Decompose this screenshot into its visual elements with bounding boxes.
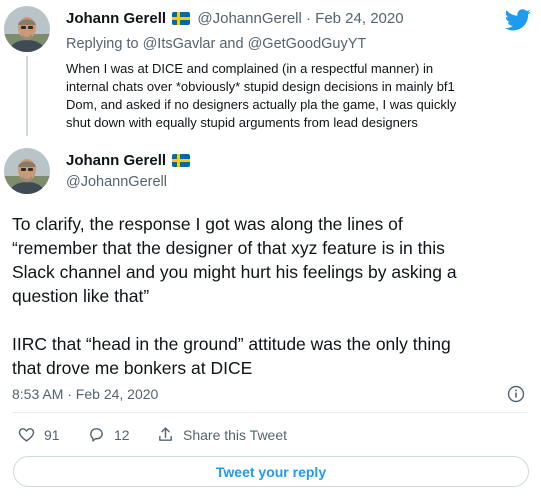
like-button[interactable]: 91	[18, 426, 60, 443]
text-line: To clarify, the response I got was along…	[12, 214, 403, 234]
main-handle[interactable]: @JohannGerell	[66, 174, 167, 190]
parent-tweet-text: When I was at DICE and complained (in a …	[66, 60, 506, 132]
avatar[interactable]	[4, 6, 50, 52]
replying-and: and	[219, 36, 244, 52]
likes-count: 91	[44, 426, 60, 443]
text-line: “remember that the designer of that xyz …	[12, 238, 445, 258]
mention-link[interactable]: @GetGoodGuyYT	[248, 36, 367, 52]
mention-link[interactable]: @ItsGavlar	[143, 36, 216, 52]
heart-icon	[18, 428, 35, 442]
replying-to: Replying to @ItsGavlar and @GetGoodGuyYT	[66, 36, 366, 52]
divider	[12, 412, 528, 413]
tweet-paragraph: IIRC that “head in the ground” attitude …	[12, 332, 532, 380]
text-line: When I was at DICE and complained (in a …	[66, 61, 434, 76]
tweet-paragraph: To clarify, the response I got was along…	[12, 212, 532, 308]
twitter-bird-icon	[505, 9, 531, 31]
reply-button[interactable]: 12	[88, 426, 130, 443]
parent-date[interactable]: Feb 24, 2020	[315, 10, 403, 27]
thread-connector	[26, 56, 28, 136]
share-icon	[159, 427, 172, 441]
text-line: IIRC that “head in the ground” attitude …	[12, 334, 451, 354]
parent-author-name[interactable]: Johann Gerell	[66, 10, 166, 27]
tweet-timestamp[interactable]: 8:53 AM · Feb 24, 2020	[12, 386, 158, 402]
text-line: that drove me bonkers at DICE	[12, 358, 253, 378]
main-author: Johann Gerell	[66, 152, 193, 169]
replying-prefix: Replying to	[66, 36, 139, 52]
sweden-flag-icon	[172, 12, 191, 25]
separator-dot: ·	[306, 10, 311, 27]
parent-handle[interactable]: @JohannGerell	[197, 10, 301, 27]
text-line: Dom, and asked if no designers actually …	[66, 97, 457, 112]
replies-count: 12	[114, 426, 130, 443]
info-icon[interactable]	[507, 385, 525, 403]
text-line: internal chats over *obviously* stupid d…	[66, 79, 455, 94]
tweet-your-reply-button[interactable]: Tweet your reply	[13, 456, 529, 487]
avatar[interactable]	[4, 148, 50, 194]
comment-icon	[90, 428, 103, 442]
text-line: shut down with equally stupid arguments …	[66, 115, 418, 130]
text-line: Slack channel and you might hurt his fee…	[12, 262, 457, 282]
sweden-flag-icon	[172, 154, 191, 167]
main-tweet-text: To clarify, the response I got was along…	[12, 212, 532, 404]
main-author-name[interactable]: Johann Gerell	[66, 152, 166, 169]
text-line: question like that”	[12, 286, 150, 306]
share-label: Share this Tweet	[183, 426, 288, 443]
parent-tweet-header: Johann Gerell @JohannGerell · Feb 24, 20…	[66, 10, 404, 27]
share-button[interactable]: Share this Tweet	[157, 426, 287, 443]
